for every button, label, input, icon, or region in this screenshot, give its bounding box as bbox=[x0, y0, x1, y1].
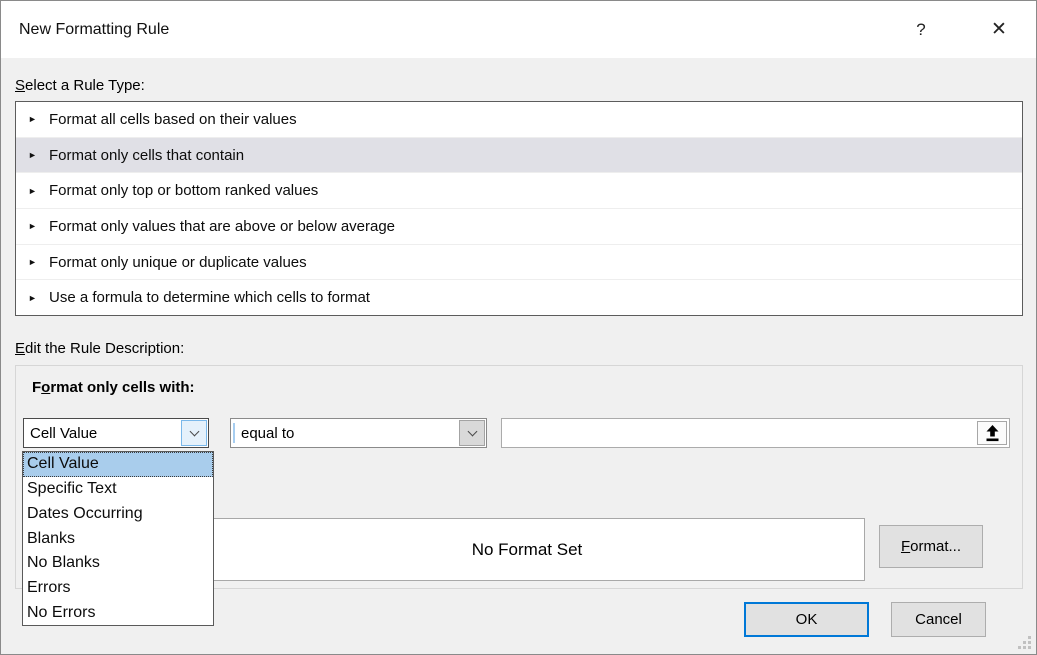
select-rule-type-label: Select a Rule Type: bbox=[15, 77, 145, 94]
format-preview: No Format Set bbox=[189, 518, 865, 581]
operator-combobox[interactable]: equal to bbox=[230, 418, 487, 448]
arrow-right-icon: ► bbox=[28, 293, 40, 303]
cell-type-combobox-value: Cell Value bbox=[24, 425, 180, 442]
close-button[interactable]: ✕ bbox=[974, 1, 1024, 58]
rule-type-option-label: Format only unique or duplicate values bbox=[49, 254, 307, 271]
rule-type-option-label: Format only values that are above or bel… bbox=[49, 218, 395, 235]
collapse-dialog-button[interactable] bbox=[977, 421, 1007, 445]
rule-type-option-top-bottom-ranked[interactable]: ► Format only top or bottom ranked value… bbox=[16, 173, 1022, 209]
rule-type-option-label: Use a formula to determine which cells t… bbox=[49, 289, 370, 306]
arrow-right-icon: ► bbox=[28, 114, 40, 124]
chevron-down-icon[interactable] bbox=[181, 420, 207, 446]
rule-type-option-label: Format all cells based on their values bbox=[49, 111, 297, 128]
cell-type-dropdown-list: Cell Value Specific Text Dates Occurring… bbox=[22, 451, 214, 626]
help-icon: ? bbox=[916, 20, 925, 40]
chevron-down-icon[interactable] bbox=[459, 420, 485, 446]
dialog-title: New Formatting Rule bbox=[19, 1, 169, 58]
dropdown-option-cell-value[interactable]: Cell Value bbox=[23, 452, 213, 477]
dropdown-option-errors[interactable]: Errors bbox=[23, 576, 213, 601]
up-arrow-icon bbox=[985, 425, 1000, 442]
dropdown-option-dates-occurring[interactable]: Dates Occurring bbox=[23, 501, 213, 526]
rule-type-option-use-formula[interactable]: ► Use a formula to determine which cells… bbox=[16, 280, 1022, 315]
close-icon: ✕ bbox=[991, 18, 1007, 41]
rule-type-option-unique-duplicate[interactable]: ► Format only unique or duplicate values bbox=[16, 245, 1022, 281]
rule-type-listbox: ► Format all cells based on their values… bbox=[15, 101, 1023, 316]
rule-type-option-above-below-average[interactable]: ► Format only values that are above or b… bbox=[16, 209, 1022, 245]
value-input-wrap bbox=[501, 418, 1010, 448]
format-only-cells-with-label: Format only cells with: bbox=[32, 379, 195, 396]
ok-button[interactable]: OK bbox=[744, 602, 869, 637]
edit-rule-description-label: Edit the Rule Description: bbox=[15, 340, 184, 357]
operator-combobox-value: equal to bbox=[235, 425, 458, 442]
rule-type-option-label: Format only cells that contain bbox=[49, 147, 244, 164]
rule-type-option-cells-that-contain[interactable]: ► Format only cells that contain bbox=[16, 138, 1022, 174]
help-button[interactable]: ? bbox=[896, 1, 946, 58]
dropdown-option-no-errors[interactable]: No Errors bbox=[23, 600, 213, 625]
arrow-right-icon: ► bbox=[28, 150, 40, 160]
rule-type-option-format-all-cells[interactable]: ► Format all cells based on their values bbox=[16, 102, 1022, 138]
cell-type-combobox[interactable]: Cell Value bbox=[23, 418, 209, 448]
dropdown-option-specific-text[interactable]: Specific Text bbox=[23, 477, 213, 502]
arrow-right-icon: ► bbox=[28, 257, 40, 267]
resize-grip-icon[interactable] bbox=[1018, 636, 1032, 650]
format-button[interactable]: Format... bbox=[879, 525, 983, 568]
rule-type-option-label: Format only top or bottom ranked values bbox=[49, 182, 318, 199]
format-preview-text: No Format Set bbox=[472, 540, 583, 560]
cancel-button[interactable]: Cancel bbox=[891, 602, 986, 637]
arrow-right-icon: ► bbox=[28, 186, 40, 196]
arrow-right-icon: ► bbox=[28, 221, 40, 231]
dropdown-option-no-blanks[interactable]: No Blanks bbox=[23, 551, 213, 576]
dropdown-option-blanks[interactable]: Blanks bbox=[23, 526, 213, 551]
value-input[interactable] bbox=[502, 419, 1009, 447]
new-formatting-rule-dialog: New Formatting Rule ? ✕ Select a Rule Ty… bbox=[0, 0, 1037, 655]
titlebar: New Formatting Rule ? ✕ bbox=[1, 1, 1036, 58]
